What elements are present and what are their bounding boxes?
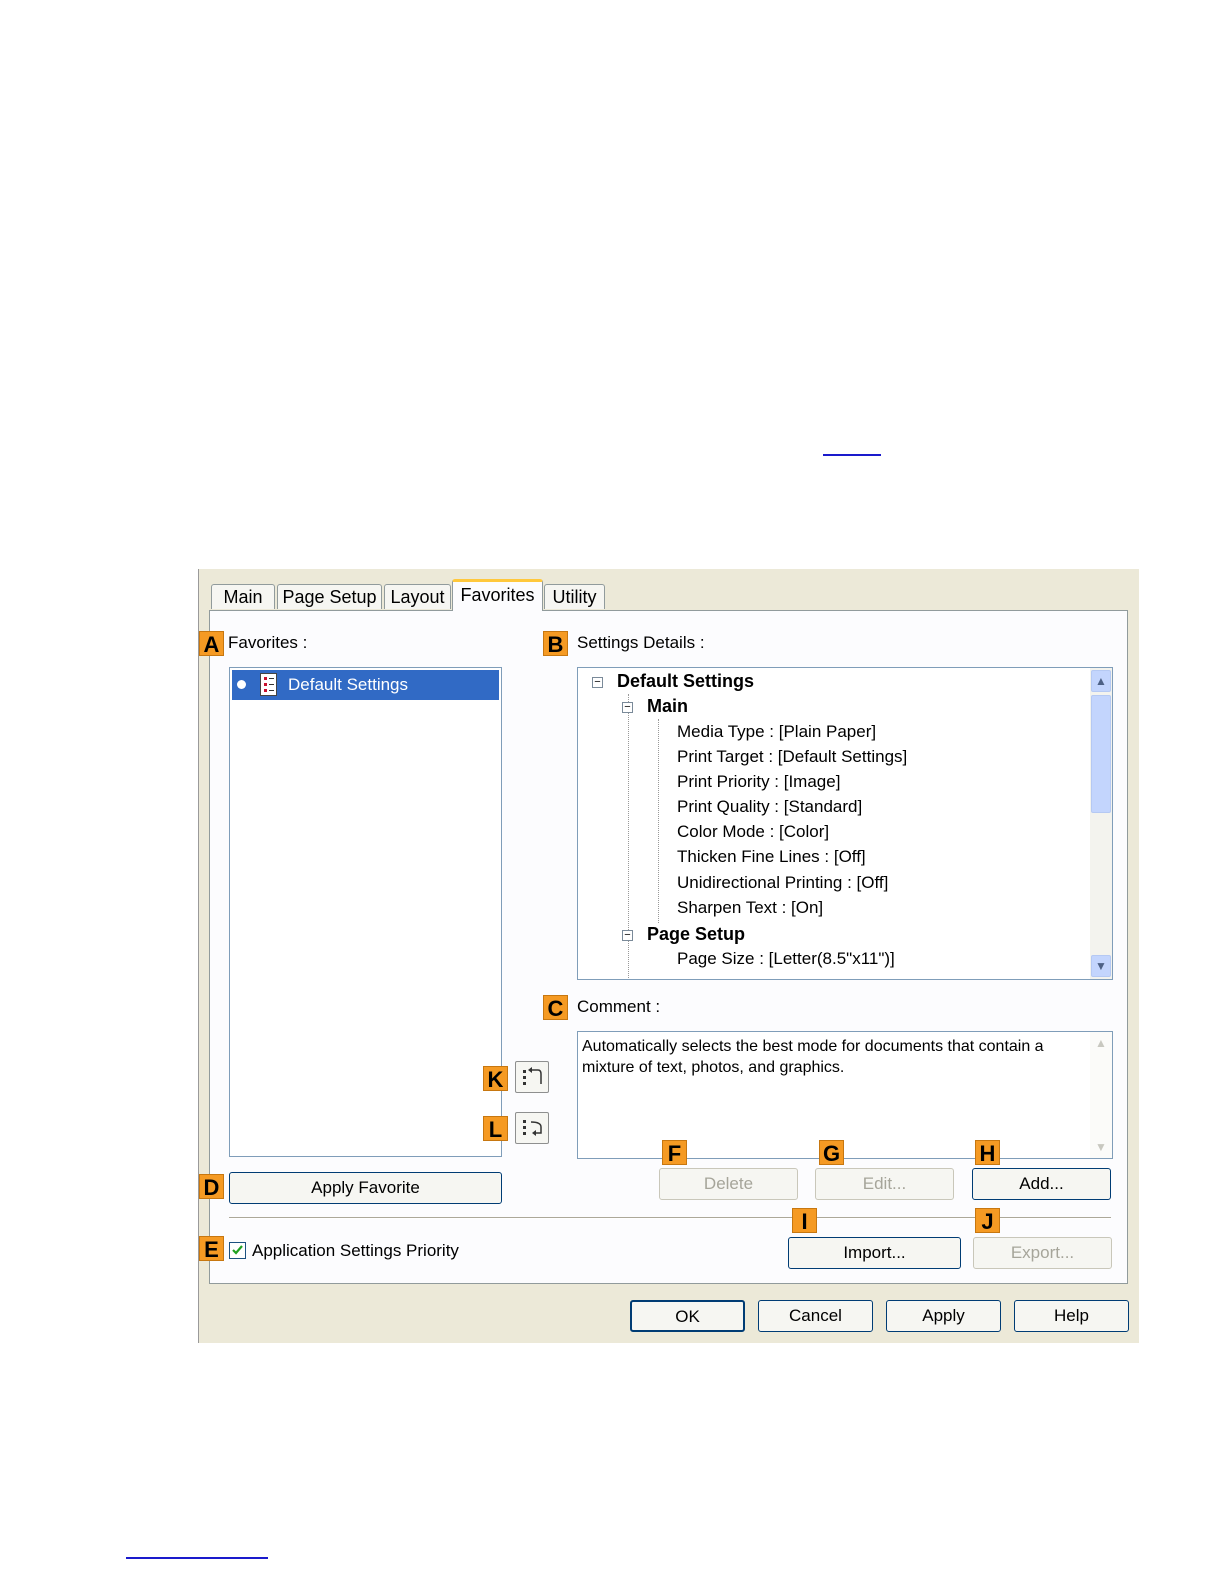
comment-scroll-down-icon: ▼ bbox=[1095, 1140, 1107, 1154]
callout-badge-b: B bbox=[543, 631, 568, 657]
tab-favorites[interactable]: Favorites bbox=[452, 579, 543, 611]
add-button[interactable]: Add... bbox=[972, 1168, 1111, 1200]
tree-item: Print Target : [Default Settings] bbox=[677, 747, 908, 766]
tree-guide-line-main bbox=[658, 719, 660, 923]
favorites-panel: A Favorites : Default Settings D Apply F… bbox=[199, 610, 1128, 1284]
collapse-page-setup-icon[interactable]: − bbox=[622, 930, 633, 941]
tree-item: Page Size : [Letter(8.5"x11")] bbox=[677, 949, 895, 968]
comment-scrollbar: ▲ ▼ bbox=[1090, 1032, 1112, 1158]
printer-properties-dialog: Main Page Setup Layout Favorites Utility… bbox=[198, 569, 1139, 1343]
tab-layout[interactable]: Layout bbox=[384, 584, 451, 609]
apply-favorite-button[interactable]: Apply Favorite bbox=[229, 1172, 502, 1204]
comment-text: Automatically selects the best mode for … bbox=[582, 1038, 1044, 1076]
export-button[interactable]: Export... bbox=[973, 1237, 1112, 1269]
settings-scrollbar[interactable]: ▲ ▼ bbox=[1090, 668, 1112, 979]
tree-item: Sharpen Text : [On] bbox=[677, 898, 824, 917]
tab-layout-label: Layout bbox=[390, 587, 445, 607]
document-icon bbox=[260, 673, 277, 696]
callout-badge-a: A bbox=[199, 631, 224, 657]
move-up-icon bbox=[523, 1067, 542, 1085]
tree-item: Unidirectional Printing : [Off] bbox=[677, 873, 889, 892]
delete-button[interactable]: Delete bbox=[659, 1168, 798, 1200]
tree-item: Color Mode : [Color] bbox=[677, 822, 830, 841]
favorites-list[interactable]: Default Settings bbox=[229, 667, 502, 1157]
callout-badge-h: H bbox=[975, 1140, 1000, 1166]
app-priority-label: Application Settings Priority bbox=[252, 1241, 459, 1260]
callout-badge-k: K bbox=[483, 1066, 508, 1092]
tree-item: Print Priority : [Image] bbox=[677, 772, 841, 791]
collapse-root-icon[interactable]: − bbox=[592, 677, 603, 688]
tree-item: Media Type : [Plain Paper] bbox=[677, 722, 877, 741]
comment-label: Comment : bbox=[577, 997, 661, 1016]
app-priority-checkbox[interactable] bbox=[229, 1242, 246, 1259]
callout-badge-l: L bbox=[483, 1116, 508, 1142]
settings-details-tree[interactable]: − Default Settings − Main Media Type : [… bbox=[577, 667, 1113, 980]
apply-button[interactable]: Apply bbox=[886, 1300, 1001, 1332]
tab-main-label: Main bbox=[223, 587, 263, 607]
favorites-item-label: Default Settings bbox=[288, 675, 409, 694]
tab-page-setup-label: Page Setup bbox=[282, 587, 377, 607]
scroll-down-icon[interactable]: ▼ bbox=[1091, 955, 1111, 977]
edit-button[interactable]: Edit... bbox=[815, 1168, 954, 1200]
tab-utility[interactable]: Utility bbox=[544, 584, 605, 609]
tree-group-page-setup: Page Setup bbox=[647, 924, 746, 944]
callout-badge-c: C bbox=[543, 995, 568, 1021]
ok-button[interactable]: OK bbox=[630, 1300, 745, 1332]
tree-root-label: Default Settings bbox=[617, 671, 755, 691]
callout-badge-g: G bbox=[819, 1140, 844, 1166]
move-down-icon bbox=[523, 1120, 542, 1136]
tab-utility-label: Utility bbox=[552, 587, 597, 607]
comment-scroll-up-icon: ▲ bbox=[1095, 1036, 1107, 1050]
checkmark-icon bbox=[232, 1245, 243, 1255]
tree-item: Print Quality : [Standard] bbox=[677, 797, 863, 816]
help-button[interactable]: Help bbox=[1014, 1300, 1129, 1332]
tree-group-main: Main bbox=[647, 696, 689, 716]
tab-main[interactable]: Main bbox=[211, 584, 275, 609]
move-down-button[interactable] bbox=[515, 1112, 549, 1144]
scroll-up-icon[interactable]: ▲ bbox=[1091, 670, 1111, 692]
tree-item: Thicken Fine Lines : [Off] bbox=[677, 847, 866, 866]
hyperlink-underline-bottom[interactable] bbox=[126, 1557, 268, 1559]
move-up-button[interactable] bbox=[515, 1061, 549, 1093]
hyperlink-underline[interactable] bbox=[823, 454, 881, 456]
favorites-list-item[interactable]: Default Settings bbox=[232, 670, 499, 700]
callout-badge-f: F bbox=[662, 1140, 687, 1166]
collapse-main-icon[interactable]: − bbox=[622, 702, 633, 713]
cancel-button[interactable]: Cancel bbox=[758, 1300, 873, 1332]
scroll-thumb[interactable] bbox=[1091, 695, 1111, 813]
callout-badge-i: I bbox=[792, 1208, 817, 1234]
bullet-icon bbox=[237, 680, 246, 689]
comment-textarea[interactable]: Automatically selects the best mode for … bbox=[577, 1031, 1113, 1159]
settings-details-label: Settings Details : bbox=[577, 633, 705, 652]
tab-page-setup[interactable]: Page Setup bbox=[277, 584, 382, 609]
import-button[interactable]: Import... bbox=[788, 1237, 961, 1269]
favorites-label: Favorites : bbox=[228, 633, 308, 652]
callout-badge-j: J bbox=[975, 1208, 1000, 1234]
callout-badge-e: E bbox=[199, 1236, 224, 1262]
tab-favorites-label: Favorites bbox=[460, 585, 535, 605]
callout-badge-d: D bbox=[199, 1174, 224, 1200]
